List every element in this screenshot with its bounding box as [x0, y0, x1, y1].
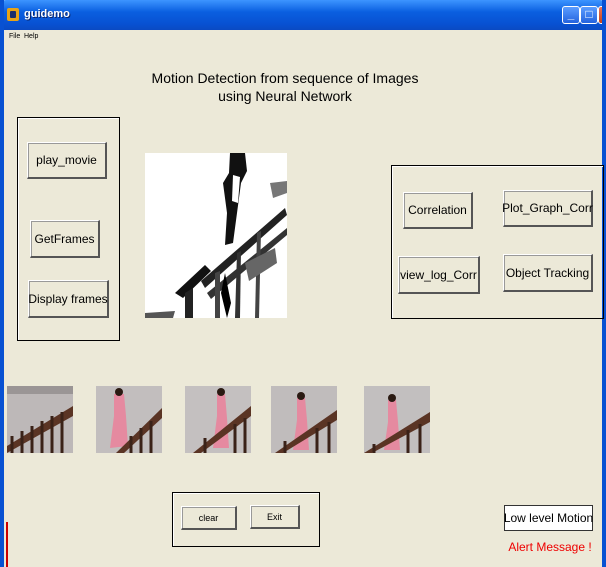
title-bar[interactable]: guidemo _ □ ×	[0, 0, 606, 30]
menu-file[interactable]: File	[9, 33, 20, 40]
frame-thumbnail-4	[271, 386, 337, 453]
window-title: guidemo	[24, 8, 70, 20]
right-control-panel	[391, 165, 604, 319]
exit-button[interactable]: Exit	[250, 505, 300, 529]
view-log-corr-button[interactable]: view_log_Corr	[398, 256, 480, 294]
display-frames-button[interactable]: Display frames	[28, 280, 109, 318]
motion-result-image	[145, 153, 287, 318]
red-edge-line	[6, 522, 8, 567]
title-line-2: using Neural Network	[218, 88, 352, 104]
menu-bar: File Help	[0, 30, 606, 44]
window-frame-left	[0, 0, 4, 567]
play-movie-button[interactable]: play_movie	[27, 142, 107, 179]
frame-thumbnail-3	[185, 386, 251, 453]
frame-thumbnail-2	[96, 386, 162, 453]
frame-thumbnail-5	[364, 386, 430, 453]
get-frames-button[interactable]: GetFrames	[30, 220, 100, 258]
title-line-1: Motion Detection from sequence of Images	[151, 70, 419, 86]
menu-help[interactable]: Help	[24, 33, 38, 40]
alert-message: Alert Message !	[508, 540, 592, 554]
minimize-button[interactable]: _	[562, 6, 580, 24]
page-title: Motion Detection from sequence of Images…	[140, 69, 430, 105]
clear-button[interactable]: clear	[181, 506, 237, 530]
frame-thumbnail-1	[7, 386, 73, 453]
motion-level-display: Low level Motion	[504, 505, 593, 531]
object-tracking-button[interactable]: Object Tracking	[503, 254, 593, 292]
matlab-app-icon	[7, 8, 19, 21]
correlation-button[interactable]: Correlation	[403, 192, 473, 229]
plot-graph-corr-button[interactable]: Plot_Graph_Corr	[502, 190, 593, 227]
maximize-button[interactable]: □	[580, 6, 598, 24]
motion-silhouette-graphic	[145, 153, 287, 318]
